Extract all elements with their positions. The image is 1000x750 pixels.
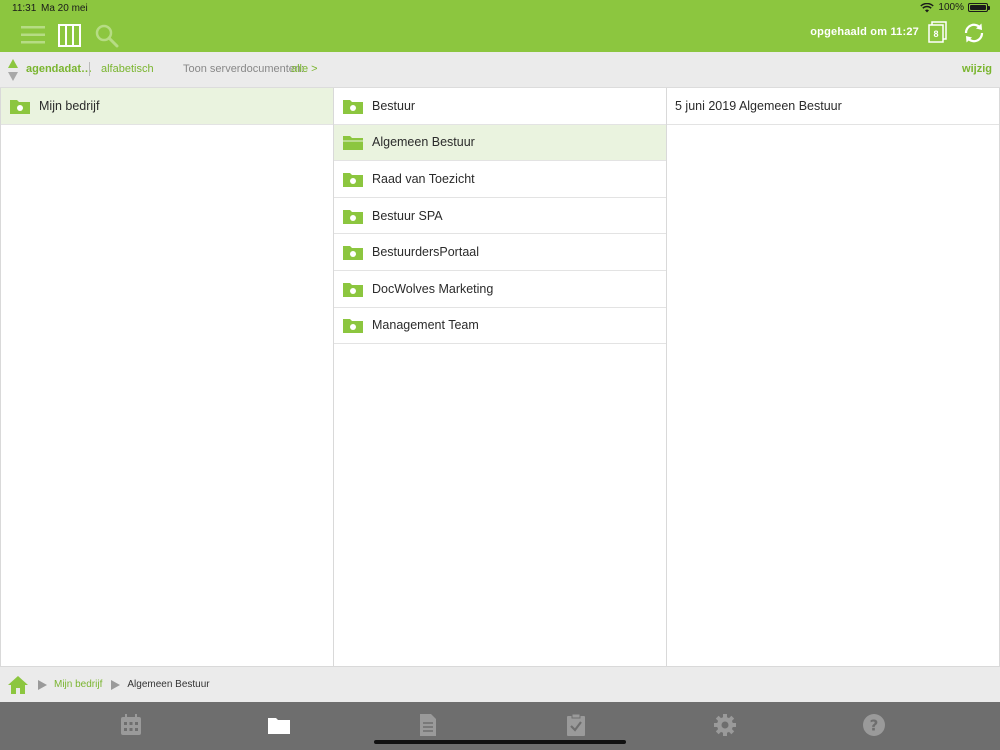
battery-percent: 100%	[938, 2, 964, 13]
refresh-icon[interactable]	[962, 21, 986, 45]
list-item[interactable]: BestuurdersPortaal	[334, 234, 666, 271]
list-item[interactable]: Bestuur SPA	[334, 198, 666, 235]
breadcrumb-item-current: Algemeen Bestuur	[127, 679, 210, 690]
list-item[interactable]: Management Team	[334, 308, 666, 345]
folder-icon	[343, 319, 363, 334]
folder-icon	[343, 172, 363, 187]
sort-alphabetical-option[interactable]: alfabetisch	[101, 63, 154, 75]
status-indicators: 100%	[920, 2, 990, 13]
help-icon[interactable]: ?	[862, 713, 886, 737]
list-item-label: Bestuur SPA	[372, 208, 443, 223]
battery-icon	[968, 3, 990, 12]
list-item-label: 5 juni 2019 Algemeen Bestuur	[675, 98, 842, 113]
document-icon[interactable]	[416, 713, 440, 737]
svg-text:?: ?	[870, 717, 879, 735]
status-time: 11:31	[12, 3, 37, 14]
list-item-label: DocWolves Marketing	[372, 281, 494, 296]
list-item[interactable]: DocWolves Marketing	[334, 271, 666, 308]
folder-open-icon	[343, 136, 363, 151]
gear-icon[interactable]	[713, 713, 737, 737]
sort-direction-icon[interactable]	[7, 58, 19, 82]
edit-button[interactable]: wijzig	[962, 63, 992, 75]
folder-icon[interactable]	[267, 713, 291, 737]
column-meetings: 5 juni 2019 Algemeen Bestuur	[666, 88, 1000, 666]
clipboard-check-icon[interactable]	[564, 713, 588, 737]
breadcrumb-separator-icon	[111, 679, 121, 690]
breadcrumb: Mijn bedrijf Algemeen Bestuur	[0, 666, 1000, 702]
top-toolbar: 11:31 Ma 20 mei 100% opgehaald om 11:27 …	[0, 0, 1000, 52]
list-item-label: Raad van Toezicht	[372, 171, 475, 186]
home-indicator[interactable]	[374, 740, 626, 744]
status-date: Ma 20 mei	[41, 3, 88, 14]
search-icon[interactable]	[95, 24, 119, 48]
folder-icon	[343, 209, 363, 224]
sort-divider	[89, 62, 90, 76]
list-item-label: Mijn bedrijf	[39, 98, 100, 113]
list-item[interactable]: Bestuur	[334, 88, 666, 125]
folder-icon	[343, 99, 363, 114]
fetched-time-label: opgehaald om 11:27	[810, 26, 919, 38]
list-item-label: Management Team	[372, 318, 479, 333]
folder-icon	[10, 99, 30, 114]
column-root: Mijn bedrijf	[0, 88, 334, 666]
download-queue-icon[interactable]: 8	[926, 21, 948, 43]
breadcrumb-separator-icon	[38, 679, 47, 690]
list-item-label: Algemeen Bestuur	[372, 135, 475, 150]
calendar-icon[interactable]	[119, 713, 143, 737]
list-item-label: Bestuur	[372, 98, 416, 113]
sort-bar: agendadat… alfabetisch Toon serverdocume…	[0, 52, 1000, 88]
columns-icon[interactable]	[58, 24, 81, 47]
wifi-icon	[920, 2, 935, 12]
folder-icon	[343, 246, 363, 261]
breadcrumb-item-root[interactable]: Mijn bedrijf	[54, 679, 102, 690]
home-icon[interactable]	[7, 675, 29, 695]
menu-icon[interactable]	[21, 25, 45, 45]
list-item[interactable]: Algemeen Bestuur	[334, 124, 666, 162]
sort-by-date-option[interactable]: agendadat…	[26, 63, 92, 75]
list-item-label: BestuurdersPortaal	[372, 245, 480, 260]
list-item[interactable]: Raad van Toezicht	[334, 161, 666, 198]
folder-icon	[343, 282, 363, 297]
server-documents-label: Toon serverdocumenten:	[183, 63, 305, 75]
list-item[interactable]: Mijn bedrijf	[1, 88, 333, 125]
server-documents-filter[interactable]: alle >	[291, 63, 318, 75]
column-folders: Bestuur Algemeen Bestuur Raad van Toezic…	[333, 88, 667, 666]
list-item[interactable]: 5 juni 2019 Algemeen Bestuur	[667, 88, 999, 125]
badge-count: 8	[933, 29, 938, 39]
